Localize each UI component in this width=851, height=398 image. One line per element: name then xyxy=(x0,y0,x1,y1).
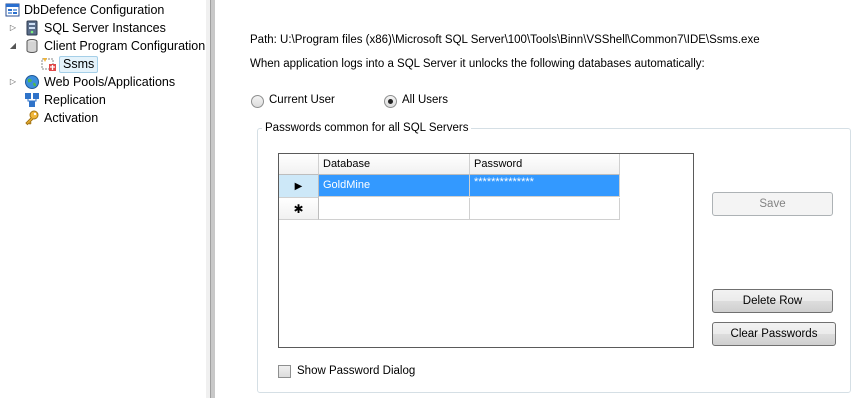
tree-item-label: Web Pools/Applications xyxy=(44,75,176,89)
expand-icon[interactable]: ▷ xyxy=(8,77,18,87)
configuration-panel: Path: U:\Program files (x86)\Microsoft S… xyxy=(215,0,851,398)
grid-cell-password-new[interactable] xyxy=(470,198,620,220)
tree-item-label: Replication xyxy=(44,93,106,107)
passwords-grid[interactable]: Database Password ▶ GoldMine ***********… xyxy=(278,153,694,348)
tree-item-label: Activation xyxy=(44,111,99,125)
grid-corner-header xyxy=(279,154,319,175)
expand-icon[interactable]: ▷ xyxy=(8,23,18,33)
tree-item-label: Ssms xyxy=(59,56,99,73)
grid-cell-password[interactable]: ************** xyxy=(470,175,620,197)
current-user-label[interactable]: Current User xyxy=(269,94,335,106)
all-users-label[interactable]: All Users xyxy=(402,94,448,106)
passwords-group-title: Passwords common for all SQL Servers xyxy=(262,122,472,134)
tree-item-label: SQL Server Instances xyxy=(44,21,166,35)
column-header-database[interactable]: Database xyxy=(319,154,470,175)
all-users-radio[interactable] xyxy=(384,95,397,108)
server-icon xyxy=(24,20,40,36)
column-header-password[interactable]: Password xyxy=(470,154,620,175)
description-text: When application logs into a SQL Server … xyxy=(250,58,705,70)
show-password-dialog-label[interactable]: Show Password Dialog xyxy=(297,365,415,377)
key-icon xyxy=(24,110,40,126)
row-header-new-icon[interactable]: ✱ xyxy=(279,198,319,220)
show-password-dialog-checkbox[interactable] xyxy=(278,365,291,378)
delete-row-button[interactable]: Delete Row xyxy=(712,289,833,313)
clear-passwords-button[interactable]: Clear Passwords xyxy=(712,322,836,346)
save-button[interactable]: Save xyxy=(712,192,833,216)
replication-icon xyxy=(24,92,40,108)
current-user-radio[interactable] xyxy=(251,95,264,108)
grid-cell-database-new[interactable] xyxy=(319,198,470,220)
tree-item-label: Client Program Configuration xyxy=(44,39,206,53)
program-icon xyxy=(41,56,57,72)
program-path: Path: U:\Program files (x86)\Microsoft S… xyxy=(250,34,760,46)
navigation-tree[interactable]: DbDefence Configuration ▷ SQL Server Ins… xyxy=(0,0,206,398)
globe-icon xyxy=(24,74,40,90)
database-icon xyxy=(24,38,40,54)
row-header-current-icon[interactable]: ▶ xyxy=(279,175,319,198)
grid-cell-database[interactable]: GoldMine xyxy=(319,175,470,197)
app-config-icon xyxy=(5,2,21,18)
tree-root-label: DbDefence Configuration xyxy=(24,3,165,17)
collapse-icon[interactable]: ◢ xyxy=(8,41,18,51)
